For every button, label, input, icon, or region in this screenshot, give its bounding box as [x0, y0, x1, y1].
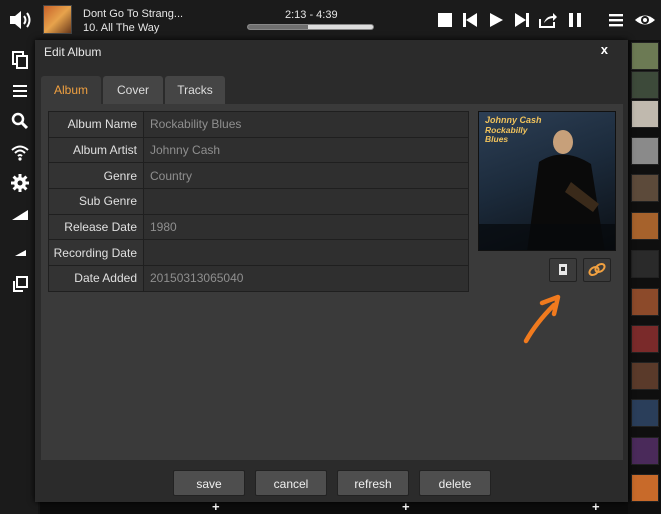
album-cover-image[interactable]: Johnny Cash Rockabilly Blues	[478, 111, 616, 251]
tab-album[interactable]: Album	[41, 76, 101, 104]
dialog-title: Edit Album	[44, 45, 102, 59]
album-thumbnail[interactable]	[631, 362, 659, 390]
field-row-genre: Genre Country	[48, 162, 469, 190]
copy-icon[interactable]	[10, 50, 30, 70]
time-display: 2:13 - 4:39	[285, 9, 338, 21]
sub-genre-input[interactable]	[143, 188, 469, 215]
signal-icon[interactable]	[10, 204, 30, 224]
upload-cover-button[interactable]	[549, 258, 577, 282]
album-thumbnail[interactable]	[631, 100, 659, 128]
album-thumbnail[interactable]	[631, 42, 659, 70]
field-row-date-added: Date Added 20150313065040	[48, 265, 469, 292]
album-thumbnail[interactable]	[631, 71, 659, 99]
album-thumbnail[interactable]	[631, 474, 659, 502]
field-row-sub-genre: Sub Genre	[48, 188, 469, 215]
cancel-button[interactable]: cancel	[255, 470, 327, 496]
field-row-recording-date: Recording Date	[48, 239, 469, 267]
annotation-arrow-icon	[523, 294, 561, 344]
album-thumbnail[interactable]	[631, 174, 659, 202]
album-thumbnail[interactable]	[631, 325, 659, 353]
field-label: Album Artist	[48, 136, 144, 164]
album-thumbnail[interactable]	[631, 137, 659, 165]
album-thumbnail[interactable]	[631, 288, 659, 316]
now-playing-track[interactable]: 10. All The Way	[83, 22, 159, 34]
volume-icon[interactable]	[8, 9, 34, 31]
menu-icon[interactable]	[607, 11, 625, 29]
field-label: Date Added	[48, 265, 144, 292]
list-icon[interactable]	[10, 81, 30, 101]
field-row-album-name: Album Name Rockability Blues	[48, 111, 469, 138]
delete-button[interactable]: delete	[419, 470, 491, 496]
album-thumbnail[interactable]	[631, 212, 659, 240]
genre-input[interactable]: Country	[143, 162, 469, 190]
date-added-input[interactable]: 20150313065040	[143, 265, 469, 292]
field-label: Recording Date	[48, 239, 144, 267]
search-icon[interactable]	[10, 111, 30, 131]
now-playing-cover[interactable]	[43, 5, 72, 34]
refresh-button[interactable]: refresh	[337, 470, 409, 496]
album-name-input[interactable]: Rockability Blues	[143, 111, 469, 138]
eye-icon[interactable]	[634, 11, 656, 29]
album-thumbnail[interactable]	[631, 250, 659, 278]
wifi-icon[interactable]	[10, 142, 30, 162]
progress-bar[interactable]	[247, 24, 374, 30]
release-date-input[interactable]: 1980	[143, 213, 469, 241]
edit-album-dialog: Edit Album x Album Cover Tracks Album Na…	[35, 40, 628, 502]
window-icon[interactable]	[10, 274, 30, 294]
cover-figure-silhouette	[479, 130, 615, 250]
recording-date-input[interactable]	[143, 239, 469, 267]
field-label: Release Date	[48, 213, 144, 241]
stop-icon[interactable]	[436, 11, 454, 29]
album-thumbnail[interactable]	[631, 437, 659, 465]
tab-cover[interactable]: Cover	[103, 76, 163, 104]
play-icon[interactable]	[487, 11, 505, 29]
close-button[interactable]: x	[601, 42, 608, 57]
sidebar	[0, 40, 38, 514]
tab-tracks[interactable]: Tracks	[165, 76, 225, 104]
field-label: Album Name	[48, 111, 144, 138]
save-button[interactable]: save	[173, 470, 245, 496]
progress-fill	[248, 25, 308, 29]
album-fields-table: Album Name Rockability Blues Album Artist…	[48, 111, 469, 292]
link-icon	[588, 263, 606, 276]
field-label: Genre	[48, 162, 144, 190]
small-signal-icon[interactable]	[10, 241, 30, 261]
link-cover-button[interactable]	[583, 258, 611, 282]
player-bar: Dont Go To Strang... 10. All The Way 2:1…	[0, 0, 661, 40]
album-panel: Album Name Rockability Blues Album Artist…	[41, 104, 623, 460]
next-icon[interactable]	[513, 11, 531, 29]
field-row-album-artist: Album Artist Johnny Cash	[48, 136, 469, 164]
field-row-release-date: Release Date 1980	[48, 213, 469, 241]
previous-icon[interactable]	[461, 11, 479, 29]
now-playing-title[interactable]: Dont Go To Strang...	[83, 8, 183, 20]
album-artist-input[interactable]: Johnny Cash	[143, 136, 469, 164]
album-thumbnail-strip	[628, 40, 661, 514]
gear-icon[interactable]	[10, 173, 30, 193]
pause-icon[interactable]	[566, 11, 584, 29]
album-grid-row: + + +	[40, 499, 628, 514]
upload-image-icon	[559, 264, 567, 275]
share-icon[interactable]	[538, 11, 558, 29]
album-thumbnail[interactable]	[631, 399, 659, 427]
field-label: Sub Genre	[48, 188, 144, 215]
